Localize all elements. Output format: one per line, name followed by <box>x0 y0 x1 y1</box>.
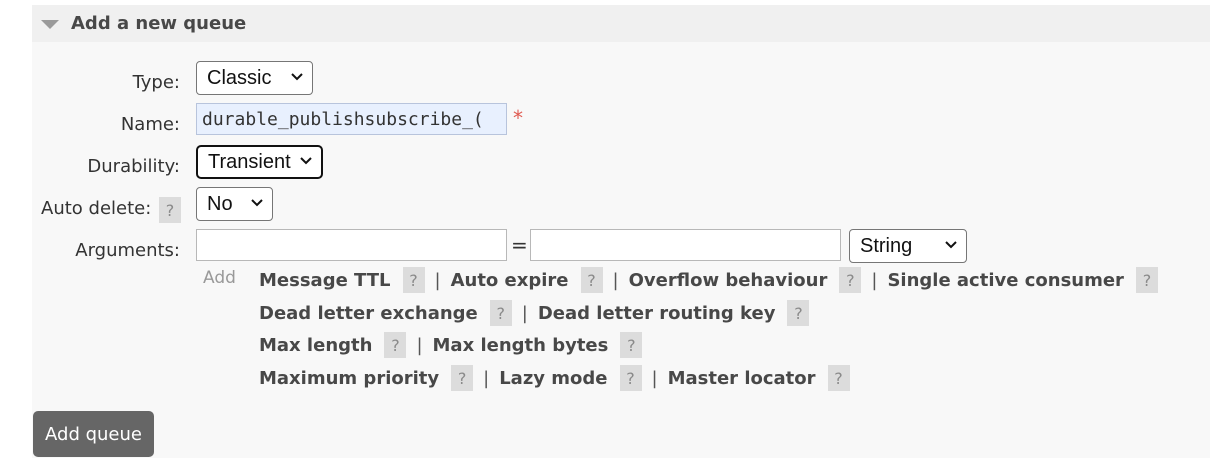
help-icon[interactable]: ? <box>402 267 425 293</box>
separator: | <box>612 269 619 291</box>
durability-select[interactable]: Transient <box>196 145 323 179</box>
auto-delete-select[interactable]: No <box>196 187 273 221</box>
arguments-label: Arguments: <box>75 240 180 261</box>
argument-type-select[interactable]: String <box>849 229 967 263</box>
argument-key-input[interactable] <box>196 229 507 261</box>
type-select[interactable]: Classic <box>196 61 313 95</box>
name-label: Name: <box>120 114 180 135</box>
shortcut-message-ttl[interactable]: Message TTL <box>259 270 391 291</box>
help-icon[interactable]: ? <box>619 365 642 391</box>
help-icon[interactable]: ? <box>620 332 643 358</box>
required-asterisk: * <box>513 106 523 130</box>
help-icon[interactable]: ? <box>489 300 512 326</box>
separator: | <box>483 367 490 389</box>
name-input-value: durable_publishsubscribe_( <box>202 108 484 130</box>
chevron-down-icon <box>291 73 303 81</box>
shortcut-single-active-consumer[interactable]: Single active consumer <box>887 270 1124 291</box>
auto-delete-label: Auto delete: <box>41 198 152 219</box>
type-select-value: Classic <box>207 66 272 89</box>
chevron-down-icon <box>251 199 263 207</box>
auto-delete-select-value: No <box>207 192 233 215</box>
separator: | <box>521 302 528 324</box>
separator: | <box>871 269 878 291</box>
add-argument-link[interactable]: Add <box>203 268 236 288</box>
shortcut-master-locator[interactable]: Master locator <box>668 368 816 389</box>
separator: | <box>434 269 441 291</box>
section-title: Add a new queue <box>71 13 247 34</box>
shortcut-dead-letter-exchange[interactable]: Dead letter exchange <box>259 303 478 324</box>
separator: | <box>416 334 423 356</box>
help-icon[interactable]: ? <box>787 300 810 326</box>
section-header[interactable]: Add a new queue <box>32 5 1210 42</box>
shortcut-dead-letter-routing-key[interactable]: Dead letter routing key <box>538 303 776 324</box>
durability-label: Durability: <box>87 156 180 177</box>
chevron-down-icon <box>945 241 957 249</box>
shortcut-line-3: Max length ? | Max length bytes ? <box>259 332 643 358</box>
separator: | <box>651 367 658 389</box>
shortcut-auto-expire[interactable]: Auto expire <box>451 270 569 291</box>
help-icon[interactable]: ? <box>384 332 407 358</box>
equals-sign: = <box>511 233 528 257</box>
help-icon[interactable]: ? <box>1135 267 1158 293</box>
argument-value-input[interactable] <box>530 229 841 261</box>
shortcut-line-1: Message TTL ? | Auto expire ? | Overflow… <box>259 267 1158 293</box>
shortcut-lazy-mode[interactable]: Lazy mode <box>499 368 607 389</box>
auto-delete-help-icon[interactable]: ? <box>159 197 181 223</box>
argument-type-value: String <box>860 234 913 257</box>
shortcut-max-length-bytes[interactable]: Max length bytes <box>433 335 609 356</box>
help-icon[interactable]: ? <box>451 365 474 391</box>
help-icon[interactable]: ? <box>827 365 850 391</box>
shortcut-overflow-behaviour[interactable]: Overflow behaviour <box>629 270 828 291</box>
name-input[interactable]: durable_publishsubscribe_( <box>196 103 507 135</box>
help-icon[interactable]: ? <box>580 267 603 293</box>
shortcut-maximum-priority[interactable]: Maximum priority <box>259 368 439 389</box>
shortcut-line-2: Dead letter exchange ? | Dead letter rou… <box>259 300 810 326</box>
type-label: Type: <box>132 72 180 93</box>
collapse-triangle-icon[interactable] <box>41 20 59 29</box>
shortcut-line-4: Maximum priority ? | Lazy mode ? | Maste… <box>259 365 850 391</box>
durability-select-value: Transient <box>208 150 291 173</box>
chevron-down-icon <box>300 157 312 165</box>
help-icon[interactable]: ? <box>839 267 862 293</box>
shortcut-max-length[interactable]: Max length <box>259 335 372 356</box>
add-queue-button[interactable]: Add queue <box>33 411 154 457</box>
